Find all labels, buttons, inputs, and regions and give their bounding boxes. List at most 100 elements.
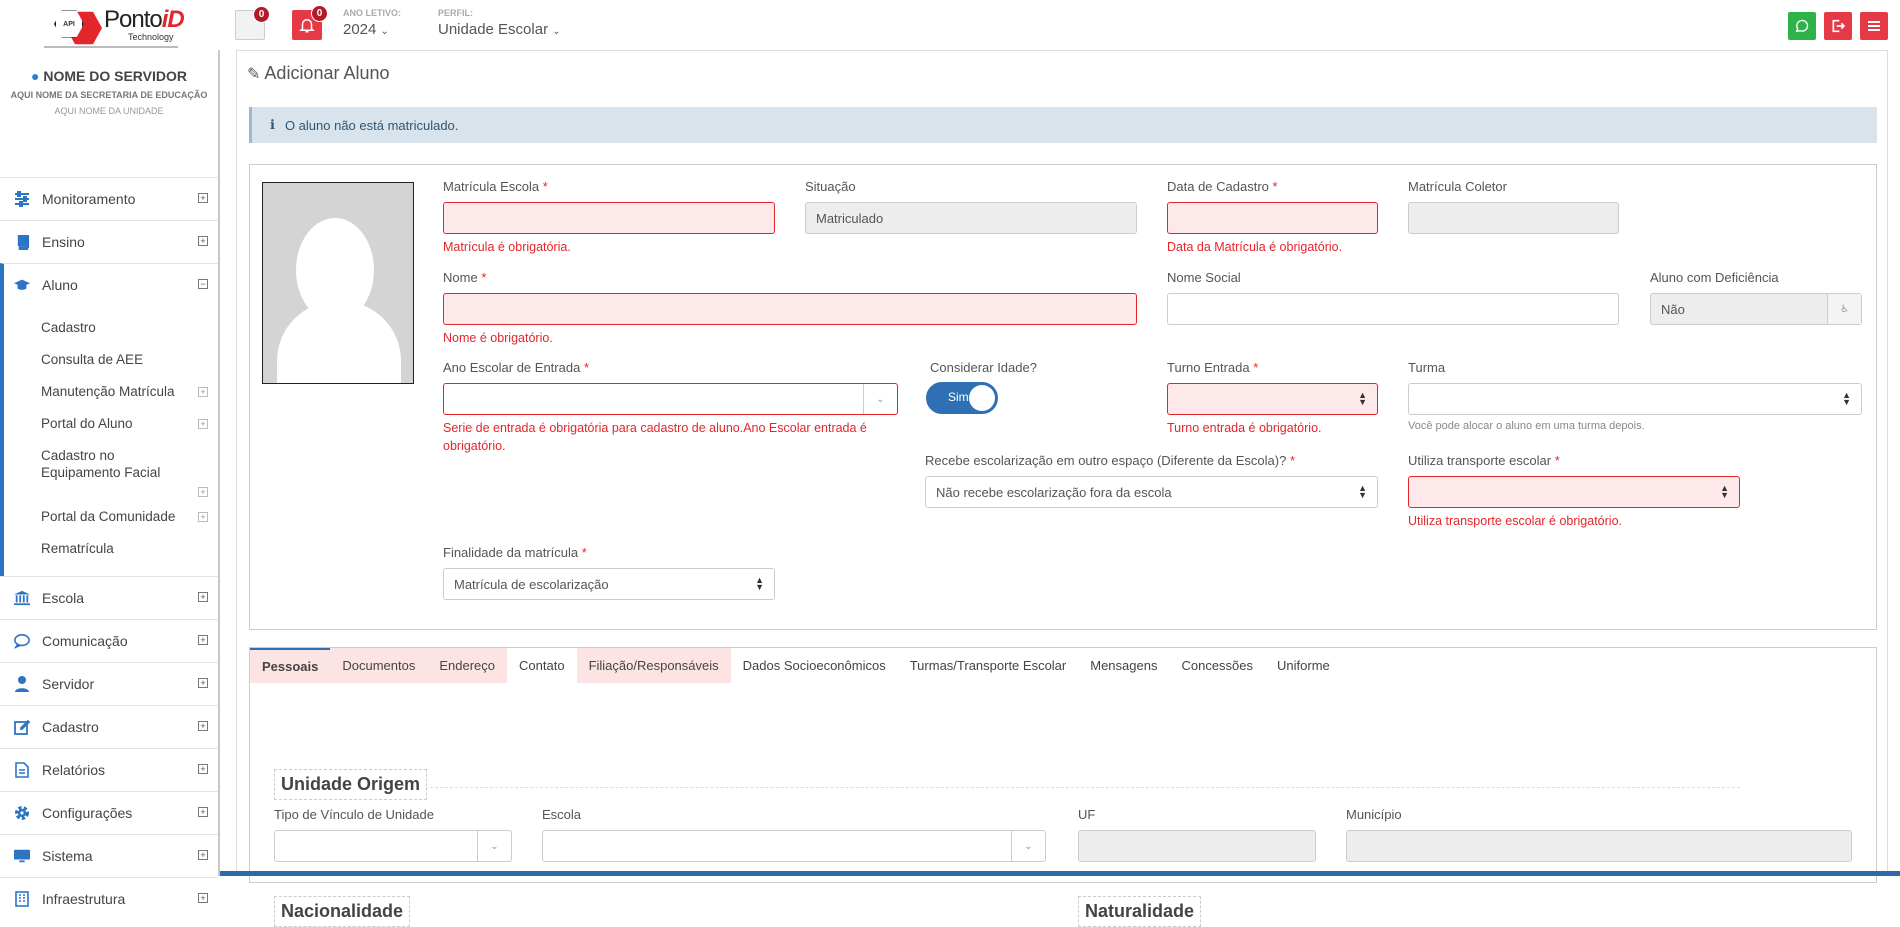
sub-item-cadastro-facial[interactable]: Cadastro no Equipamento Facial + xyxy=(4,447,218,508)
sidebar-item-monitoramento[interactable]: Monitoramento + xyxy=(0,177,218,220)
sidebar-item-aluno[interactable]: Aluno − xyxy=(0,263,218,306)
tab-turmas-transporte[interactable]: Turmas/Transporte Escolar xyxy=(898,648,1079,683)
notifications-badge: 0 xyxy=(311,5,328,22)
sidebar-item-escola[interactable]: Escola + xyxy=(0,576,218,619)
student-form: Matrícula Escola * Matrícula é obrigatór… xyxy=(249,164,1877,630)
tab-uniforme[interactable]: Uniforme xyxy=(1265,648,1342,683)
chevron-down-icon: ⌄ xyxy=(863,384,897,414)
whatsapp-button[interactable] xyxy=(1788,12,1816,40)
nome-social-input[interactable] xyxy=(1167,293,1619,325)
user-icon xyxy=(14,676,30,692)
logout-icon xyxy=(1832,19,1846,33)
sub-item-consulta-aee[interactable]: Consulta de AEE xyxy=(4,351,218,383)
turma-field: Turma ▲ ▼ Você pode alocar o aluno em uma… xyxy=(1408,360,1862,432)
notifications-button[interactable]: 0 xyxy=(292,5,328,40)
expand-icon: + xyxy=(198,635,208,645)
sidebar-item-comunicacao[interactable]: Comunicação + xyxy=(0,619,218,662)
menu-button[interactable] xyxy=(1860,12,1888,40)
sidebar-item-infraestrutura[interactable]: Infraestrutura + xyxy=(0,877,218,920)
chevron-down-icon: ⌄ xyxy=(552,26,561,37)
expand-icon: + xyxy=(198,807,208,817)
tab-filiacao[interactable]: Filiação/Responsáveis xyxy=(576,648,731,683)
recebe-escolarizacao-select[interactable]: Não recebe escolarização fora da escola … xyxy=(925,476,1378,508)
turno-entrada-field: Turno Entrada * ▲ ▼ Turno entrada é obrig… xyxy=(1167,360,1378,437)
expand-icon: + xyxy=(198,487,208,497)
student-tabs: Pessoais Documentos Endereço Contato Fil… xyxy=(249,647,1877,683)
sort-caret-icon: ▲ ▼ xyxy=(1720,483,1729,500)
sub-item-manutencao-matricula[interactable]: Manutenção Matrícula + xyxy=(4,383,218,415)
considerar-idade-toggle[interactable]: Sim xyxy=(926,382,998,414)
logout-button[interactable] xyxy=(1824,12,1852,40)
main-content: ✎ Adicionar Aluno ℹO aluno não está matr… xyxy=(236,50,1888,927)
bottom-status-bar xyxy=(220,871,1900,876)
book-icon xyxy=(14,234,30,250)
section-nacionalidade: Nacionalidade xyxy=(274,896,411,927)
expand-icon: + xyxy=(198,387,208,397)
escola-field: Escola ⌄ xyxy=(542,807,1046,862)
chevron-down-icon: ⌄ xyxy=(477,831,511,861)
expand-icon: + xyxy=(198,419,208,429)
situacao-field: Situação Matriculado xyxy=(805,179,1137,234)
data-cadastro-input[interactable] xyxy=(1167,202,1378,234)
top-bar: API PontoiD Technology 0 0 ANO LETIVO: 2… xyxy=(0,0,1900,50)
sidebar-item-ensino[interactable]: Ensino + xyxy=(0,220,218,263)
recebe-escolarizacao-field: Recebe escolarização em outro espaço (Di… xyxy=(925,453,1378,508)
collapse-icon: − xyxy=(198,279,208,289)
monitor-icon xyxy=(14,848,30,864)
sort-caret-icon: ▲ ▼ xyxy=(1358,483,1367,500)
considerar-idade-field: Considerar Idade? Sim xyxy=(926,360,1130,414)
tab-socioeconomicos[interactable]: Dados Socioeconômicos xyxy=(731,648,898,683)
tipo-vinculo-field: Tipo de Vínculo de Unidade ⌄ xyxy=(274,807,512,862)
tab-pessoais[interactable]: Pessoais xyxy=(250,648,331,683)
sidebar-item-sistema[interactable]: Sistema + xyxy=(0,834,218,877)
user-icon: ● xyxy=(30,68,40,84)
tab-endereco[interactable]: Endereço xyxy=(427,648,508,683)
sub-item-portal-aluno[interactable]: Portal do Aluno + xyxy=(4,415,218,447)
perfil-selector[interactable]: PERFIL: Unidade Escolar ⌄ xyxy=(438,8,561,38)
tipo-vinculo-select[interactable]: ⌄ xyxy=(274,830,512,862)
pontoid-logo[interactable]: API PontoiD Technology xyxy=(44,0,185,48)
aluno-deficiencia-input: Não ♿ xyxy=(1650,293,1862,325)
tab-contato[interactable]: Contato xyxy=(507,648,577,683)
turno-entrada-select[interactable]: ▲ ▼ xyxy=(1167,383,1378,415)
messages-button[interactable]: 0 xyxy=(235,6,270,40)
expand-icon: + xyxy=(198,764,208,774)
wheelchair-icon: ♿ xyxy=(1827,294,1861,324)
bank-icon xyxy=(14,590,30,606)
sidebar-item-relatorios[interactable]: Relatórios + xyxy=(0,748,218,791)
sub-item-cadastro[interactable]: Cadastro xyxy=(4,319,218,351)
sort-caret-icon: ▲ ▼ xyxy=(1842,390,1851,407)
tab-mensagens[interactable]: Mensagens xyxy=(1078,648,1169,683)
nome-social-field: Nome Social xyxy=(1167,270,1619,325)
finalidade-select[interactable]: Matrícula de escolarização ▲ ▼ xyxy=(443,568,775,600)
sidebar-item-servidor[interactable]: Servidor + xyxy=(0,662,218,705)
data-cadastro-field: Data de Cadastro * Data da Matrícula é o… xyxy=(1167,179,1378,256)
section-unidade-origem: Unidade Origem xyxy=(274,769,428,800)
file-icon xyxy=(14,762,30,778)
sliders-icon xyxy=(14,191,30,207)
ano-escolar-select[interactable]: ⌄ xyxy=(443,383,898,415)
student-photo[interactable] xyxy=(262,182,414,384)
sidebar-item-configuracoes[interactable]: Configurações + xyxy=(0,791,218,834)
nome-input[interactable] xyxy=(443,293,1137,325)
nome-field: Nome * Nome é obrigatório. xyxy=(443,270,1137,347)
turma-select[interactable]: ▲ ▼ xyxy=(1408,383,1862,415)
aluno-deficiencia-field: Aluno com Deficiência Não ♿ xyxy=(1650,270,1862,325)
ano-letivo-selector[interactable]: ANO LETIVO: 2024 ⌄ xyxy=(343,8,401,38)
transporte-field: Utiliza transporte escolar * ▲ ▼ Utiliza … xyxy=(1408,453,1740,530)
transporte-select[interactable]: ▲ ▼ xyxy=(1408,476,1740,508)
expand-icon: + xyxy=(198,893,208,903)
escola-select[interactable]: ⌄ xyxy=(542,830,1046,862)
info-icon: ℹ xyxy=(270,117,275,132)
sub-item-rematricula[interactable]: Rematrícula xyxy=(4,540,218,570)
tab-documentos[interactable]: Documentos xyxy=(330,648,428,683)
matricula-escola-input[interactable] xyxy=(443,202,775,234)
tab-concessoes[interactable]: Concessões xyxy=(1169,648,1265,683)
hamburger-icon xyxy=(1868,21,1880,31)
ano-escolar-field: Ano Escolar de Entrada * ⌄ Serie de entr… xyxy=(443,360,898,455)
municipio-input xyxy=(1346,830,1852,862)
chat-icon xyxy=(14,633,30,649)
edit-icon: ✎ xyxy=(247,66,261,83)
sidebar-item-cadastro[interactable]: Cadastro + xyxy=(0,705,218,748)
sub-item-portal-comunidade[interactable]: Portal da Comunidade + xyxy=(4,508,218,540)
